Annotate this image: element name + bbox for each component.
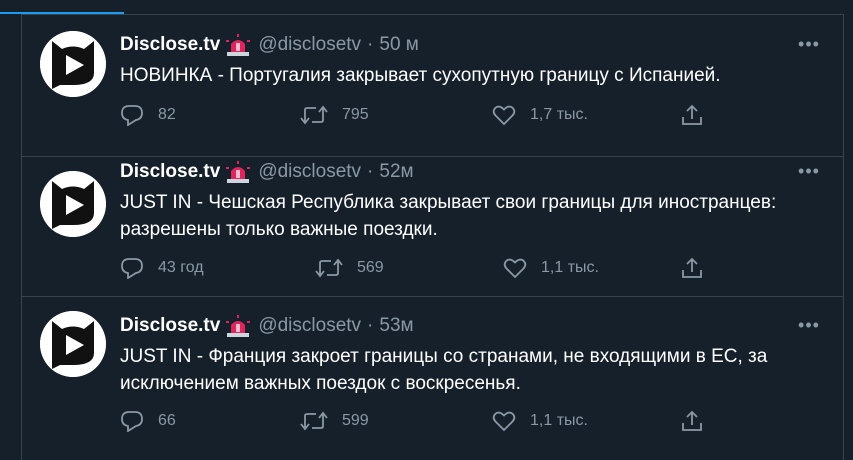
separator-dot: · (367, 34, 374, 55)
disclose-logo-icon (40, 311, 106, 377)
reply-count: 82 (158, 106, 176, 123)
heart-icon (492, 105, 516, 126)
author-handle[interactable]: @disclosetv (258, 315, 361, 337)
retweet-icon (300, 105, 328, 125)
reply-icon (121, 105, 143, 126)
avatar[interactable] (40, 311, 106, 377)
tweet[interactable]: Disclose.tv @disclosetv · 50 м ••• НОВИН… (22, 15, 843, 157)
retweet-button[interactable]: 795 (300, 103, 369, 127)
more-icon[interactable]: ••• (797, 34, 821, 54)
retweet-icon (315, 258, 343, 278)
more-icon[interactable]: ••• (797, 161, 821, 181)
retweet-count: 599 (342, 412, 369, 429)
share-icon (682, 104, 702, 125)
like-button[interactable]: 1,1 тыс. (492, 409, 588, 433)
separator-dot: · (367, 315, 374, 336)
like-count: 1,7 тыс. (530, 106, 588, 123)
heart-icon (503, 258, 527, 279)
tweet-text: НОВИНКА - Португалия закрывает сухопутну… (120, 65, 721, 86)
reply-button[interactable]: 82 (120, 103, 176, 127)
share-icon (682, 410, 702, 431)
reply-icon (121, 258, 143, 279)
share-button[interactable] (680, 409, 718, 433)
reply-count: 43 год (158, 259, 204, 276)
author-handle[interactable]: @disclosetv (258, 161, 361, 183)
reply-count: 66 (158, 412, 176, 429)
more-icon[interactable]: ••• (797, 315, 821, 335)
share-button[interactable] (680, 256, 718, 280)
siren-emoji-icon (226, 315, 251, 337)
avatar[interactable] (40, 31, 106, 97)
retweet-count: 569 (357, 259, 384, 276)
tweet[interactable]: Disclose.tv @disclosetv · 52м ••• JUST I… (22, 156, 843, 297)
author-name[interactable]: Disclose.tv (120, 34, 220, 56)
author-handle[interactable]: @disclosetv (258, 34, 361, 56)
like-count: 1,1 тыс. (530, 412, 588, 429)
timestamp[interactable]: 52м (379, 161, 413, 183)
siren-emoji-icon (226, 161, 251, 183)
like-button[interactable]: 1,1 тыс. (503, 256, 599, 280)
disclose-logo-icon (40, 31, 106, 97)
like-count: 1,1 тыс. (541, 259, 599, 276)
tweet-text: JUST IN - Франция закроет границы со стр… (120, 346, 768, 394)
timestamp[interactable]: 50 м (379, 34, 418, 56)
timeline-feed: Disclose.tv @disclosetv · 50 м ••• НОВИН… (21, 14, 844, 460)
retweet-count: 795 (342, 106, 369, 123)
avatar[interactable] (40, 171, 106, 237)
like-button[interactable]: 1,7 тыс. (492, 103, 588, 127)
author-name[interactable]: Disclose.tv (120, 161, 220, 183)
retweet-button[interactable]: 569 (315, 256, 384, 280)
heart-icon (492, 411, 516, 432)
retweet-button[interactable]: 599 (300, 409, 369, 433)
retweet-icon (300, 411, 328, 431)
disclose-logo-icon (40, 171, 106, 237)
share-button[interactable] (680, 103, 718, 127)
separator-dot: · (367, 161, 374, 182)
author-name[interactable]: Disclose.tv (120, 315, 220, 337)
timestamp[interactable]: 53м (379, 315, 413, 337)
reply-button[interactable]: 66 (120, 409, 176, 433)
tweet-text: JUST IN - Чешская Республика закрывает с… (120, 192, 777, 240)
share-icon (682, 257, 702, 278)
tweet[interactable]: Disclose.tv @disclosetv · 53м ••• JUST I… (22, 296, 843, 460)
siren-emoji-icon (226, 34, 251, 56)
reply-button[interactable]: 43 год (120, 256, 204, 280)
reply-icon (121, 411, 143, 432)
